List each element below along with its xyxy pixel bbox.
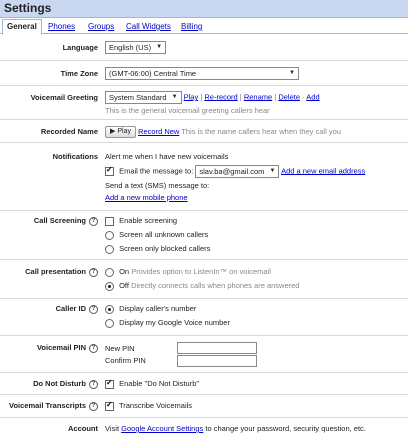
sms-label: Send a text (SMS) message to: xyxy=(105,181,210,190)
chevron-down-icon: ▼ xyxy=(289,70,295,76)
help-icon[interactable]: ? xyxy=(89,401,98,411)
help-icon[interactable]: ? xyxy=(89,304,98,314)
play-icon: ▶ xyxy=(110,128,116,135)
tab-bar: General Phones Groups Call Widgets Billi… xyxy=(0,18,408,35)
presentation-on-radio[interactable] xyxy=(105,267,114,277)
account-row: Account Visit Google Account Settings to… xyxy=(0,418,408,437)
record-new-link[interactable]: Record New xyxy=(138,127,179,136)
voicemail-greeting-row: Voicemail Greeting System Standard ▼ Pla… xyxy=(0,86,408,120)
transcripts-label: Voicemail Transcripts xyxy=(9,401,86,410)
display-caller-number-label: Display caller's number xyxy=(119,304,197,313)
tab-call-widgets[interactable]: Call Widgets xyxy=(126,20,171,33)
presentation-off-radio[interactable] xyxy=(105,281,114,291)
dnd-label: Do Not Disturb xyxy=(33,379,86,388)
voicemail-greeting-label: Voicemail Greeting xyxy=(30,93,98,102)
new-pin-input[interactable] xyxy=(177,342,257,354)
help-icon[interactable]: ? xyxy=(89,216,98,226)
email-select[interactable]: slav.ba@gmail.com ▼ xyxy=(195,165,280,178)
notifications-alert-text: Alert me when I have new voicemails xyxy=(105,152,229,161)
caller-id-row: Caller ID? Display caller's number Displ… xyxy=(0,299,408,336)
language-value: English (US) xyxy=(109,43,152,52)
timezone-row: Time Zone (GMT-06:00) Central Time ▼ xyxy=(0,61,408,86)
google-account-settings-link[interactable]: Google Account Settings xyxy=(121,424,203,433)
tab-general[interactable]: General xyxy=(2,19,42,35)
chevron-down-icon: ▼ xyxy=(269,168,276,174)
play-name-label: Play xyxy=(117,128,131,135)
screen-unknown-radio[interactable] xyxy=(105,230,114,240)
display-gv-number-radio[interactable] xyxy=(105,318,114,328)
notifications-label: Notifications xyxy=(52,152,98,161)
dnd-option-label: Enable "Do Not Disturb" xyxy=(119,379,200,388)
add-mobile-link[interactable]: Add a new mobile phone xyxy=(105,193,188,202)
enable-screening-label: Enable screening xyxy=(119,216,178,225)
screen-unknown-label: Screen all unknown callers xyxy=(119,230,209,239)
confirm-pin-label: Confirm PIN xyxy=(105,356,146,365)
title-bar: Settings xyxy=(0,0,408,18)
account-label: Account xyxy=(68,424,98,433)
recorded-name-row: Recorded Name ▶ Play Record New This is … xyxy=(0,120,408,143)
greeting-hint: This is the general voicemail greeting c… xyxy=(105,106,270,115)
transcripts-row: Voicemail Transcripts? Transcribe Voicem… xyxy=(0,395,408,418)
display-gv-number-label: Display my Google Voice number xyxy=(119,318,230,327)
recorded-name-hint: This is the name callers hear when they … xyxy=(181,126,341,136)
chevron-down-icon: ▼ xyxy=(171,94,178,100)
caller-id-label: Caller ID xyxy=(55,304,86,313)
call-presentation-label: Call presentation xyxy=(25,267,86,276)
voicemail-pin-label: Voicemail PIN xyxy=(36,343,86,352)
email-label: Email the message to: xyxy=(119,166,194,176)
voicemail-pin-row: Voicemail PIN? New PIN Confirm PIN xyxy=(0,336,408,373)
email-checkbox[interactable] xyxy=(105,165,114,176)
play-name-button[interactable]: ▶ Play xyxy=(105,126,136,138)
dnd-row: Do Not Disturb? Enable "Do Not Disturb" xyxy=(0,373,408,395)
greeting-play-link[interactable]: Play xyxy=(184,92,199,101)
page-title: Settings xyxy=(4,1,52,15)
language-select[interactable]: English (US) ▼ xyxy=(105,41,167,54)
language-label: Language xyxy=(62,43,98,52)
enable-screening-checkbox[interactable] xyxy=(105,216,114,226)
new-pin-label: New PIN xyxy=(105,344,135,353)
display-caller-number-radio[interactable] xyxy=(105,304,114,314)
tab-phones[interactable]: Phones xyxy=(48,20,75,33)
help-icon[interactable]: ? xyxy=(89,379,98,389)
add-email-link[interactable]: Add a new email address xyxy=(281,166,365,175)
presentation-on-hint: Provides option to ListenIn™ on voicemai… xyxy=(131,267,271,276)
screen-blocked-radio[interactable] xyxy=(105,244,114,254)
greeting-select[interactable]: System Standard ▼ xyxy=(105,91,182,104)
help-icon[interactable]: ? xyxy=(89,267,98,277)
greeting-delete-link[interactable]: Delete xyxy=(278,92,300,101)
screen-blocked-label: Screen only blocked callers xyxy=(119,244,211,253)
recorded-name-label: Recorded Name xyxy=(40,127,98,136)
chevron-down-icon: ▼ xyxy=(156,44,163,50)
language-row: Language English (US) ▼ xyxy=(0,35,408,61)
call-presentation-row: Call presentation? On Provides option to… xyxy=(0,260,408,299)
transcripts-option-label: Transcribe Voicemails xyxy=(118,401,193,410)
presentation-off-label: Off xyxy=(119,281,129,290)
transcripts-checkbox[interactable] xyxy=(105,400,114,411)
confirm-pin-input[interactable] xyxy=(177,355,257,367)
greeting-rerecord-link[interactable]: Re-record xyxy=(204,92,237,101)
timezone-value: (GMT-06:00) Central Time xyxy=(109,69,197,78)
call-screening-label: Call Screening xyxy=(33,216,86,225)
greeting-rename-link[interactable]: Rename xyxy=(244,92,272,101)
tab-groups[interactable]: Groups xyxy=(88,20,114,33)
presentation-on-label: On xyxy=(119,267,130,276)
greeting-add-link[interactable]: Add xyxy=(306,92,319,101)
help-icon[interactable]: ? xyxy=(89,343,98,353)
call-screening-row: Call Screening? Enable screening Screen … xyxy=(0,211,408,260)
timezone-label: Time Zone xyxy=(60,69,98,78)
account-suffix: to change your password, security questi… xyxy=(205,424,366,433)
notifications-row: Notifications Alert me when I have new v… xyxy=(0,143,408,211)
presentation-off-hint: Directly connects calls when phones are … xyxy=(131,281,300,290)
account-prefix: Visit xyxy=(105,424,120,433)
settings-page: Settings General Phones Groups Call Widg… xyxy=(0,0,408,437)
dnd-checkbox[interactable] xyxy=(105,378,114,389)
greeting-value: System Standard xyxy=(109,93,167,102)
tab-billing[interactable]: Billing xyxy=(181,20,202,33)
timezone-select[interactable]: (GMT-06:00) Central Time ▼ xyxy=(105,67,299,80)
email-value: slav.ba@gmail.com xyxy=(199,167,265,176)
